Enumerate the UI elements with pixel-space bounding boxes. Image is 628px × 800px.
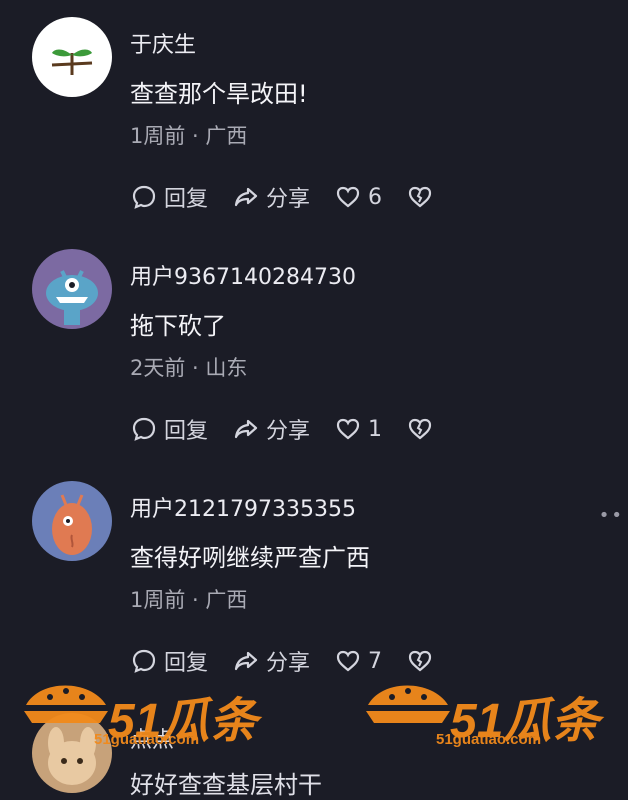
- watermelon-logo-icon: [366, 685, 450, 723]
- watermark-logo: 51瓜条 51guatiao.com: [20, 675, 270, 755]
- reply-button[interactable]: 回复: [130, 645, 208, 677]
- comment-actions: 回复 分享 6: [130, 181, 458, 213]
- like-count: 7: [368, 648, 383, 674]
- comment-text: 查得好咧继续严查广西: [130, 544, 370, 572]
- share-button[interactable]: 分享: [232, 645, 310, 677]
- more-options-icon[interactable]: ••: [599, 505, 624, 526]
- share-label: 分享: [266, 419, 311, 444]
- broken-heart-icon: [408, 186, 432, 208]
- reply-button[interactable]: 回复: [130, 413, 208, 445]
- comment-actions: 回复 分享 1: [130, 413, 458, 445]
- avatar[interactable]: [32, 481, 112, 561]
- comment-item: 用户9367140284730 拖下砍了 2天前 · 山东 回复 分享 1: [0, 249, 628, 481]
- reply-button[interactable]: 回复: [130, 181, 208, 213]
- comment-item: 于庆生 查查那个旱改田! 1周前 · 广西 回复 分享 6: [0, 17, 628, 249]
- comment-text: 查查那个旱改田!: [130, 80, 308, 108]
- comment-region: 山东: [205, 356, 248, 380]
- comment-time: 1周前: [130, 588, 186, 612]
- comment-username[interactable]: 用户9367140284730: [130, 259, 356, 291]
- share-label: 分享: [266, 651, 311, 676]
- speech-bubble-icon: [132, 417, 156, 441]
- like-count: 6: [368, 184, 383, 210]
- watermark-url: 51guatiao.com: [436, 731, 542, 748]
- share-arrow-icon: [234, 419, 258, 439]
- monster-avatar-icon: [46, 270, 98, 325]
- heart-icon: [336, 418, 360, 440]
- comment-username[interactable]: 用户2121797335355: [130, 491, 356, 523]
- speech-bubble-icon: [132, 649, 156, 673]
- dislike-button[interactable]: [406, 415, 434, 443]
- speech-bubble-icon: [132, 185, 156, 209]
- comment-text: 好好查查基层村干: [130, 771, 322, 799]
- avatar[interactable]: [32, 17, 112, 97]
- watermark-url: 51guatiao.com: [94, 731, 200, 748]
- share-button[interactable]: 分享: [232, 181, 310, 213]
- like-button[interactable]: 1: [334, 415, 382, 443]
- share-button[interactable]: 分享: [232, 413, 310, 445]
- comment-actions: 回复 分享 7: [130, 645, 458, 677]
- share-label: 分享: [266, 187, 311, 212]
- sprout-logo-icon: [51, 49, 93, 76]
- dislike-button[interactable]: [406, 183, 434, 211]
- broken-heart-icon: [408, 418, 432, 440]
- comment-text: 拖下砍了: [130, 312, 226, 340]
- comment-region: 广西: [205, 124, 248, 148]
- heart-icon: [336, 650, 360, 672]
- comment-meta: 1周前 · 广西: [130, 124, 248, 148]
- comment-time: 1周前: [130, 124, 186, 148]
- reply-label: 回复: [164, 187, 209, 212]
- avatar[interactable]: [32, 249, 112, 329]
- comment-time: 2天前: [130, 356, 186, 380]
- watermark-logo: 51瓜条 51guatiao.com: [362, 675, 612, 755]
- like-button[interactable]: 7: [334, 647, 382, 675]
- reply-label: 回复: [164, 419, 209, 444]
- like-button[interactable]: 6: [334, 183, 382, 211]
- heart-icon: [336, 186, 360, 208]
- comment-meta: 2天前 · 山东: [130, 356, 248, 380]
- share-arrow-icon: [234, 187, 258, 207]
- broken-heart-icon: [408, 650, 432, 672]
- reply-label: 回复: [164, 651, 209, 676]
- share-arrow-icon: [234, 651, 258, 671]
- like-count: 1: [368, 416, 383, 442]
- shrimp-avatar-icon: [52, 494, 92, 555]
- dislike-button[interactable]: [406, 647, 434, 675]
- comment-username[interactable]: 于庆生: [130, 27, 196, 59]
- comment-meta: 1周前 · 广西: [130, 588, 248, 612]
- watermelon-logo-icon: [24, 685, 108, 723]
- comment-region: 广西: [205, 588, 248, 612]
